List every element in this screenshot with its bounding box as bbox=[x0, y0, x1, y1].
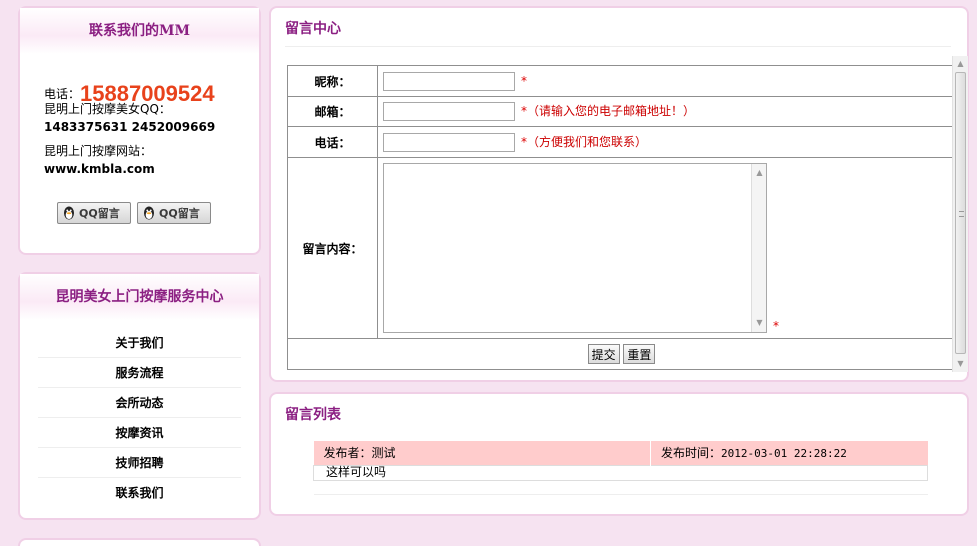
message-list-table: 发布者：测试 发布时间：2012-03-01 22:28:22 这样可以吗 bbox=[313, 441, 928, 495]
time-label: 发布时间： bbox=[661, 446, 722, 461]
qq-message-button[interactable]: QQ留言 bbox=[137, 202, 211, 224]
contact-title: 联系我们的MM bbox=[20, 8, 259, 54]
divider bbox=[285, 46, 951, 47]
message-header-row: 发布者：测试 发布时间：2012-03-01 22:28:22 bbox=[313, 441, 928, 465]
time-value: 2012-03-01 22:28:22 bbox=[721, 447, 847, 461]
nav-list: 关于我们 服务流程 会所动态 按摩资讯 技师招聘 联系我们 bbox=[38, 328, 241, 508]
nickname-label: 昵称： bbox=[287, 65, 378, 97]
nav-item-news[interactable]: 会所动态 bbox=[38, 388, 241, 418]
required-mark: * bbox=[521, 73, 527, 88]
poster-label: 发布者： bbox=[323, 446, 372, 461]
poster-name: 测试 bbox=[371, 446, 396, 461]
qq-penguin-icon bbox=[64, 206, 74, 220]
nav-item-about[interactable]: 关于我们 bbox=[38, 328, 241, 358]
reset-button[interactable]: 重置 bbox=[623, 344, 656, 364]
email-label: 邮箱： bbox=[287, 96, 378, 127]
site-url: www.kmbla.com bbox=[44, 162, 155, 176]
nickname-input[interactable] bbox=[383, 71, 515, 91]
qq-numbers: 1483375631 2452009669 bbox=[44, 120, 216, 134]
contact-panel: 联系我们的MM 电话：15887009524 昆明上门按摩美女QQ： 14833… bbox=[18, 6, 261, 255]
message-content: 这样可以吗 bbox=[313, 464, 928, 481]
textarea-scrollbar[interactable]: ▲ ▼ bbox=[751, 164, 766, 332]
scroll-up-icon[interactable]: ▲ bbox=[752, 166, 767, 180]
qq-button-label: QQ留言 bbox=[159, 207, 200, 220]
site-label: 昆明上门按摩网站： bbox=[44, 144, 153, 158]
message-textarea[interactable]: ▲ ▼ bbox=[383, 163, 767, 333]
qq-message-button[interactable]: QQ留言 bbox=[57, 202, 131, 224]
email-hint: （请输入您的电子邮箱地址！） bbox=[527, 104, 696, 118]
message-poster: 发布者：测试 bbox=[313, 441, 651, 465]
qq-button-label: QQ留言 bbox=[79, 207, 120, 220]
service-nav-panel: 昆明美女上门按摩服务中心 关于我们 服务流程 会所动态 按摩资讯 技师招聘 联系… bbox=[18, 272, 261, 520]
page-scrollbar[interactable]: ▲ ▼ bbox=[952, 56, 968, 372]
nav-title: 昆明美女上门按摩服务中心 bbox=[20, 274, 259, 320]
nav-item-articles[interactable]: 按摩资讯 bbox=[38, 418, 241, 448]
nav-item-contact[interactable]: 联系我们 bbox=[38, 478, 241, 508]
qq-penguin-icon bbox=[144, 206, 154, 220]
grip-icon bbox=[959, 211, 964, 217]
submit-button[interactable]: 提交 bbox=[587, 344, 620, 364]
message-body-row: 这样可以吗 bbox=[313, 464, 928, 481]
scroll-down-icon[interactable]: ▼ bbox=[752, 316, 767, 330]
message-time: 发布时间：2012-03-01 22:28:22 bbox=[650, 441, 928, 465]
phone-label: 电话： bbox=[44, 87, 81, 101]
nav-item-jobs[interactable]: 技师招聘 bbox=[38, 448, 241, 478]
message-label: 留言内容： bbox=[287, 157, 378, 339]
nav-item-process[interactable]: 服务流程 bbox=[38, 358, 241, 388]
scroll-down-icon[interactable]: ▼ bbox=[953, 357, 968, 371]
qq-label: 昆明上门按摩美女QQ： bbox=[44, 102, 171, 116]
phone-input[interactable] bbox=[383, 132, 515, 152]
email-input[interactable] bbox=[383, 102, 515, 121]
phone-hint: （方便我们和您联系） bbox=[527, 134, 648, 149]
guestbook-panel: 留言中心 昵称： * 邮箱： *（请输入您的电子邮箱地址！） 电话： *（方便我… bbox=[269, 6, 969, 382]
required-mark: * bbox=[773, 319, 779, 333]
message-list-title: 留言列表 bbox=[285, 407, 341, 423]
message-list-panel: 留言列表 发布者：测试 发布时间：2012-03-01 22:28:22 这样可… bbox=[269, 392, 969, 516]
phone-field-label: 电话： bbox=[287, 126, 378, 158]
guestbook-title: 留言中心 bbox=[285, 21, 341, 37]
scrollbar-thumb[interactable] bbox=[955, 72, 966, 354]
scroll-up-icon[interactable]: ▲ bbox=[953, 57, 968, 71]
next-panel-edge bbox=[18, 538, 261, 546]
guestbook-form: 昵称： * 邮箱： *（请输入您的电子邮箱地址！） 电话： *（方便我们和您联系… bbox=[287, 65, 956, 370]
